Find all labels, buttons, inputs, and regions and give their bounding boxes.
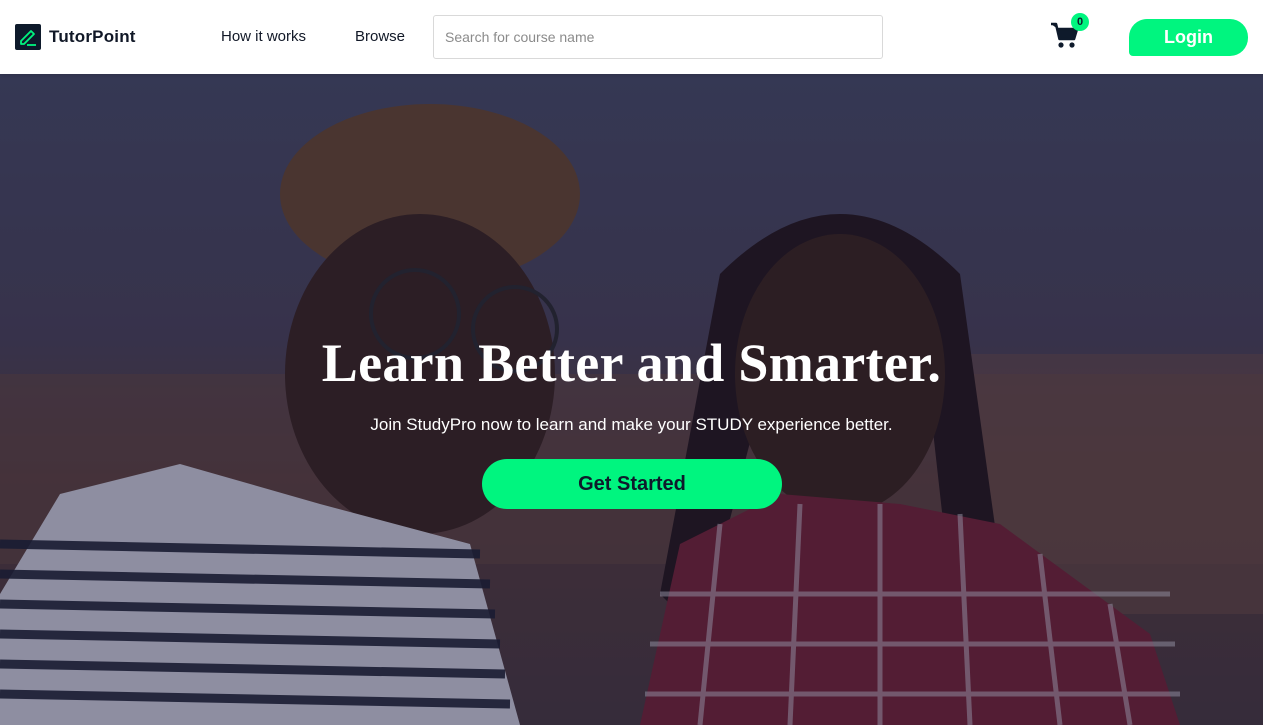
- nav-how-it-works[interactable]: How it works: [221, 28, 306, 45]
- get-started-button[interactable]: Get Started: [482, 459, 782, 509]
- hero-section: Learn Better and Smarter. Join StudyPro …: [0, 74, 1263, 725]
- hero-subtitle: Join StudyPro now to learn and make your…: [370, 415, 893, 434]
- brand-logo[interactable]: TutorPoint: [15, 24, 136, 50]
- course-search-input[interactable]: [433, 15, 883, 59]
- top-navbar: TutorPoint How it works Browse 0 Login: [0, 0, 1263, 74]
- cart-count-badge: 0: [1071, 13, 1089, 31]
- login-button[interactable]: Login: [1129, 19, 1248, 56]
- hero-dark-overlay: [0, 74, 1263, 725]
- pencil-logo-icon: [15, 24, 41, 50]
- brand-name: TutorPoint: [49, 27, 136, 46]
- hero-title: Learn Better and Smarter.: [321, 333, 942, 393]
- nav-browse[interactable]: Browse: [355, 28, 405, 45]
- cart-button[interactable]: 0: [1050, 13, 1090, 54]
